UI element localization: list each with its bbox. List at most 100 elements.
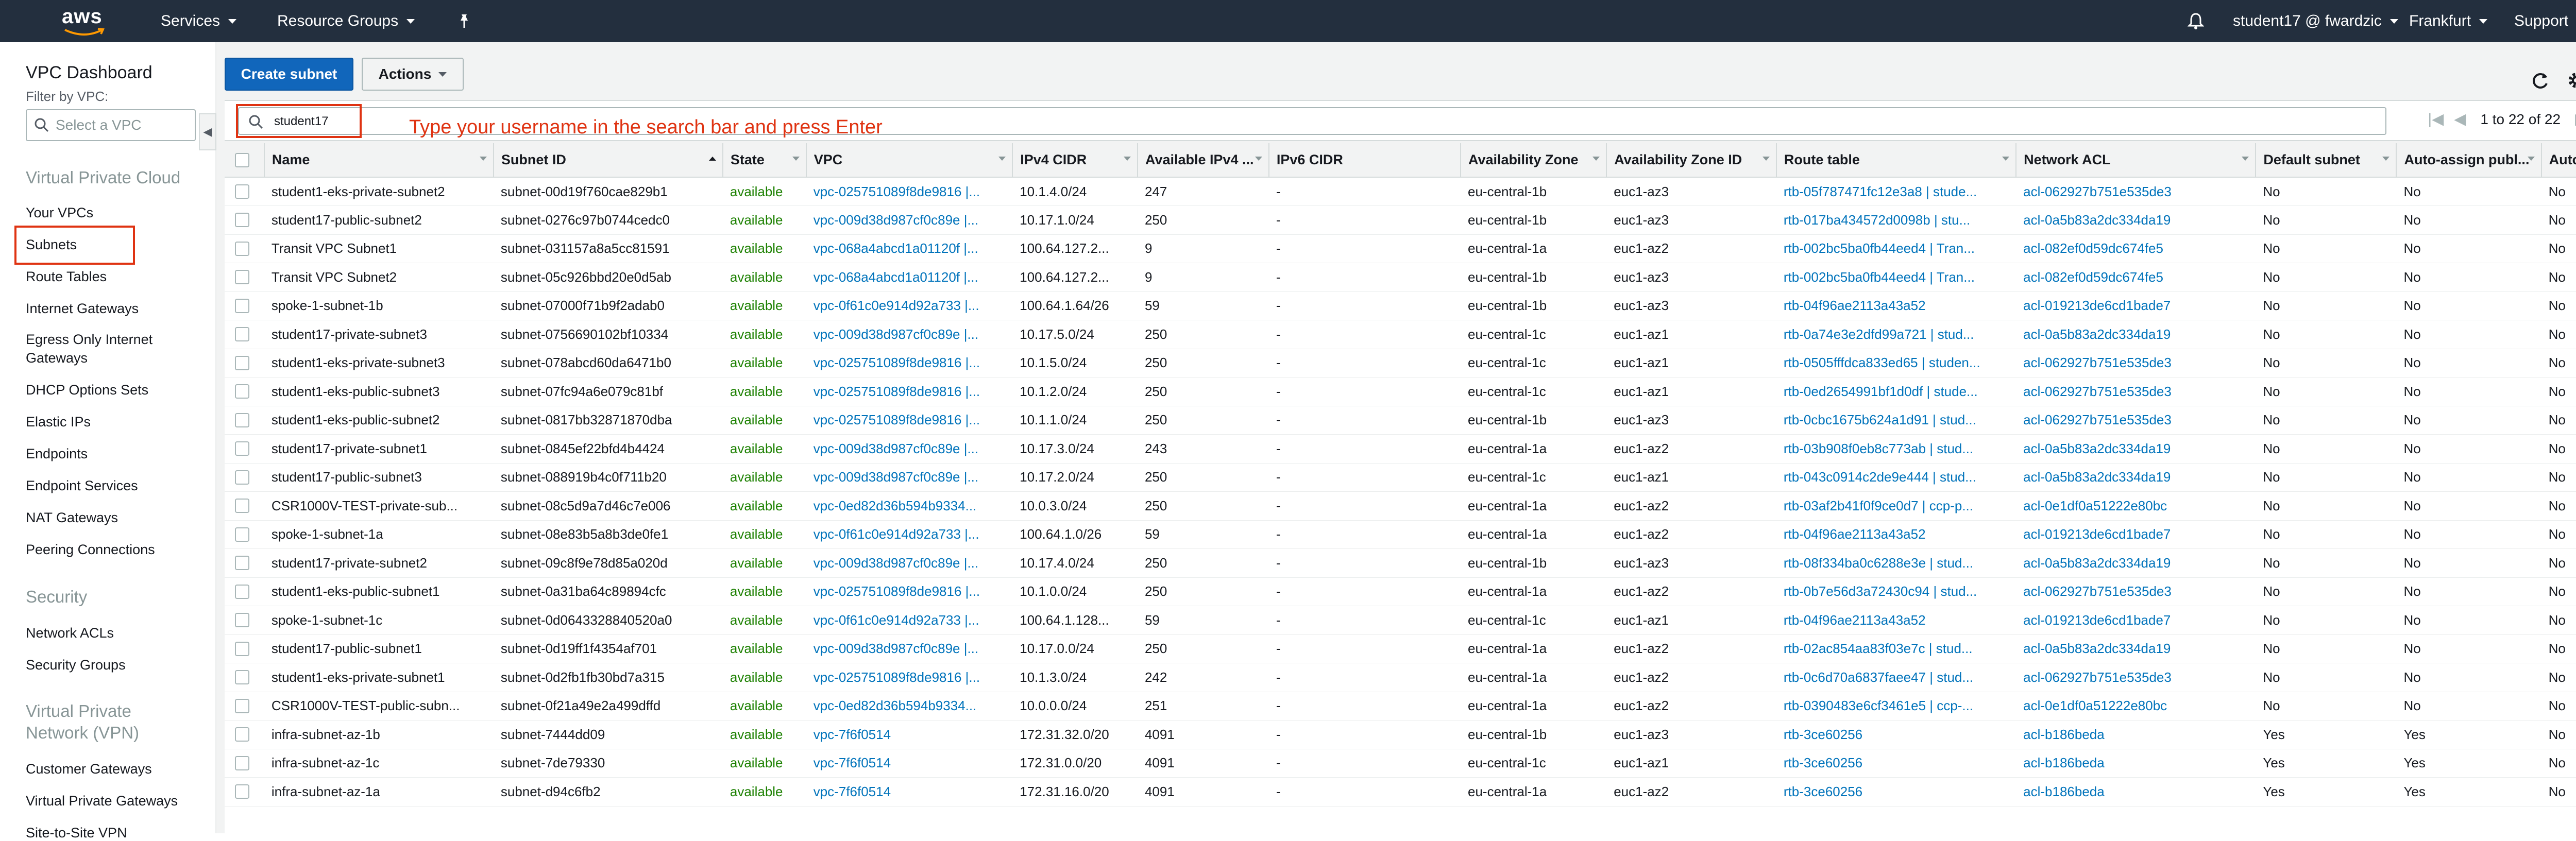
cell-route-table[interactable]: rtb-0505fffdca833ed65 | studen...	[1776, 349, 2016, 377]
row-checkbox[interactable]	[235, 670, 249, 685]
cell-route-table[interactable]: rtb-3ce60256	[1776, 778, 2016, 806]
sidebar-item-security-groups[interactable]: Security Groups	[26, 657, 126, 673]
sidebar-item-endpoint-services[interactable]: Endpoint Services	[26, 478, 138, 494]
aws-logo[interactable]: aws	[62, 5, 108, 37]
row-checkbox[interactable]	[235, 413, 249, 427]
prev-page-icon[interactable]: ◀	[2454, 110, 2466, 128]
table-row[interactable]: student1-eks-public-subnet3 subnet-07fc94…	[225, 377, 2576, 406]
sort-icon[interactable]	[1762, 157, 1770, 161]
search-input[interactable]: student17 Type your username in the sear…	[238, 107, 2386, 138]
cell-route-table[interactable]: rtb-002bc5ba0fb44eed4 | Tran...	[1776, 263, 2016, 292]
cell-vpc[interactable]: vpc-7f6f0514	[806, 778, 1013, 806]
cell-route-table[interactable]: rtb-03af2b41f0f9ce0d7 | ccp-p...	[1776, 492, 2016, 521]
cell-route-table[interactable]: rtb-05f787471fc12e3a8 | stude...	[1776, 177, 2016, 206]
sidebar-item-network-acls[interactable]: Network ACLs	[26, 625, 114, 641]
sort-icon[interactable]	[2527, 157, 2535, 161]
cell-network-acl[interactable]: acl-082ef0d59dc674fe5	[2016, 263, 2256, 292]
row-checkbox-cell[interactable]	[225, 377, 264, 406]
table-row[interactable]: student17-public-subnet3 subnet-088919b4c…	[225, 463, 2576, 492]
row-checkbox[interactable]	[235, 384, 249, 399]
row-checkbox[interactable]	[235, 298, 249, 313]
cell-route-table[interactable]: rtb-3ce60256	[1776, 720, 2016, 749]
row-checkbox-cell[interactable]	[225, 549, 264, 578]
cell-vpc[interactable]: vpc-025751089f8de9816 |...	[806, 377, 1013, 406]
cell-network-acl[interactable]: acl-0e1df0a51222e80bc	[2016, 492, 2256, 521]
column-header[interactable]: VPC	[806, 143, 1013, 178]
table-row[interactable]: student1-eks-public-subnet1 subnet-0a31ba…	[225, 577, 2576, 606]
sidebar-item-your-vpcs[interactable]: Your VPCs	[26, 205, 93, 221]
cell-network-acl[interactable]: acl-062927b751e535de3	[2016, 377, 2256, 406]
row-checkbox-cell[interactable]	[225, 749, 264, 778]
cell-vpc[interactable]: vpc-009d38d987cf0c89e |...	[806, 206, 1013, 235]
row-checkbox[interactable]	[235, 527, 249, 542]
vpc-filter-select[interactable]: Select a VPC	[26, 109, 196, 141]
sidebar-item-elastic-ips[interactable]: Elastic IPs	[26, 414, 91, 430]
cell-network-acl[interactable]: acl-0e1df0a51222e80bc	[2016, 692, 2256, 720]
select-all-checkbox-cell[interactable]	[225, 143, 265, 178]
column-header[interactable]: Network ACL	[2016, 143, 2257, 178]
cell-network-acl[interactable]: acl-082ef0d59dc674fe5	[2016, 234, 2256, 263]
sort-icon[interactable]	[2002, 157, 2010, 161]
row-checkbox[interactable]	[235, 184, 249, 199]
cell-vpc[interactable]: vpc-0ed82d36b594b9334...	[806, 492, 1013, 521]
row-checkbox[interactable]	[235, 613, 249, 628]
sidebar-item-endpoints[interactable]: Endpoints	[26, 446, 88, 462]
row-checkbox-cell[interactable]	[225, 492, 264, 521]
cell-vpc[interactable]: vpc-009d38d987cf0c89e |...	[806, 549, 1013, 578]
cell-network-acl[interactable]: acl-0a5b83a2dc334da19	[2016, 206, 2256, 235]
table-row[interactable]: infra-subnet-az-1a subnet-d94c6fb2 availab…	[225, 778, 2576, 806]
pin-icon[interactable]	[457, 0, 471, 42]
row-checkbox-cell[interactable]	[225, 406, 264, 435]
column-header[interactable]: Auto-assign IPv6	[2541, 143, 2576, 178]
table-row[interactable]: infra-subnet-az-1b subnet-7444dd09 availab…	[225, 720, 2576, 749]
create-subnet-button[interactable]: Create subnet	[225, 58, 353, 91]
row-checkbox[interactable]	[235, 641, 249, 656]
cell-vpc[interactable]: vpc-025751089f8de9816 |...	[806, 577, 1013, 606]
row-checkbox[interactable]	[235, 499, 249, 513]
table-row[interactable]: student17-private-subnet2 subnet-09c8f9e7…	[225, 549, 2576, 578]
cell-route-table[interactable]: rtb-043c0914c2de9e444 | stud...	[1776, 463, 2016, 492]
cell-route-table[interactable]: rtb-0c6d70a6837faee47 | stud...	[1776, 663, 2016, 692]
row-checkbox[interactable]	[235, 556, 249, 571]
cell-vpc[interactable]: vpc-0f61c0e914d92a733 |...	[806, 606, 1013, 635]
cell-route-table[interactable]: rtb-002bc5ba0fb44eed4 | Tran...	[1776, 234, 2016, 263]
cell-network-acl[interactable]: acl-062927b751e535de3	[2016, 406, 2256, 435]
refresh-icon[interactable]	[2528, 68, 2552, 93]
cell-vpc[interactable]: vpc-009d38d987cf0c89e |...	[806, 463, 1013, 492]
row-checkbox-cell[interactable]	[225, 349, 264, 377]
column-header[interactable]: Available IPv4 ...	[1137, 143, 1269, 178]
cell-route-table[interactable]: rtb-0390483e6cf3461e5 | ccp-...	[1776, 692, 2016, 720]
row-checkbox-cell[interactable]	[225, 692, 264, 720]
table-row[interactable]: spoke-1-subnet-1b subnet-07000f71b9f2adab…	[225, 291, 2576, 320]
cell-route-table[interactable]: rtb-0cbc1675b624a1d91 | stud...	[1776, 406, 2016, 435]
resource-groups-menu[interactable]: Resource Groups	[277, 0, 415, 42]
row-checkbox-cell[interactable]	[225, 520, 264, 549]
cell-route-table[interactable]: rtb-03b908f0eb8c773ab | stud...	[1776, 435, 2016, 464]
cell-network-acl[interactable]: acl-b186beda	[2016, 720, 2256, 749]
cell-route-table[interactable]: rtb-017ba434572d0098b | stu...	[1776, 206, 2016, 235]
sidebar-title[interactable]: VPC Dashboard	[26, 63, 152, 83]
row-checkbox[interactable]	[235, 727, 249, 742]
table-row[interactable]: student1-eks-private-subnet3 subnet-078ab…	[225, 349, 2576, 377]
row-checkbox-cell[interactable]	[225, 606, 264, 635]
sidebar-item-route-tables[interactable]: Route Tables	[26, 269, 107, 285]
sort-icon[interactable]	[1255, 157, 1262, 161]
row-checkbox[interactable]	[235, 698, 249, 713]
cell-vpc[interactable]: vpc-068a4abcd1a01120f |...	[806, 263, 1013, 292]
sort-icon[interactable]	[479, 157, 487, 161]
cell-network-acl[interactable]: acl-0a5b83a2dc334da19	[2016, 549, 2256, 578]
sidebar-item-nat-gateways[interactable]: NAT Gateways	[26, 510, 118, 526]
table-row[interactable]: student1-eks-public-subnet2 subnet-0817bb…	[225, 406, 2576, 435]
row-checkbox-cell[interactable]	[225, 291, 264, 320]
cell-route-table[interactable]: rtb-0a74e3e2dfd99a721 | stud...	[1776, 320, 2016, 349]
row-checkbox-cell[interactable]	[225, 634, 264, 663]
row-checkbox-cell[interactable]	[225, 435, 264, 464]
row-checkbox-cell[interactable]	[225, 778, 264, 806]
sidebar-item-egress-only-line1[interactable]: Egress Only Internet	[26, 332, 152, 348]
sidebar-item-subnets[interactable]: Subnets	[26, 237, 77, 253]
sidebar-item-virtual-private-gateways[interactable]: Virtual Private Gateways	[26, 793, 178, 809]
sidebar-item-customer-gateways[interactable]: Customer Gateways	[26, 761, 152, 777]
column-header[interactable]: Availability Zone ID	[1606, 143, 1777, 178]
column-header[interactable]: Default subnet	[2256, 143, 2397, 178]
sort-icon[interactable]	[1123, 157, 1131, 161]
